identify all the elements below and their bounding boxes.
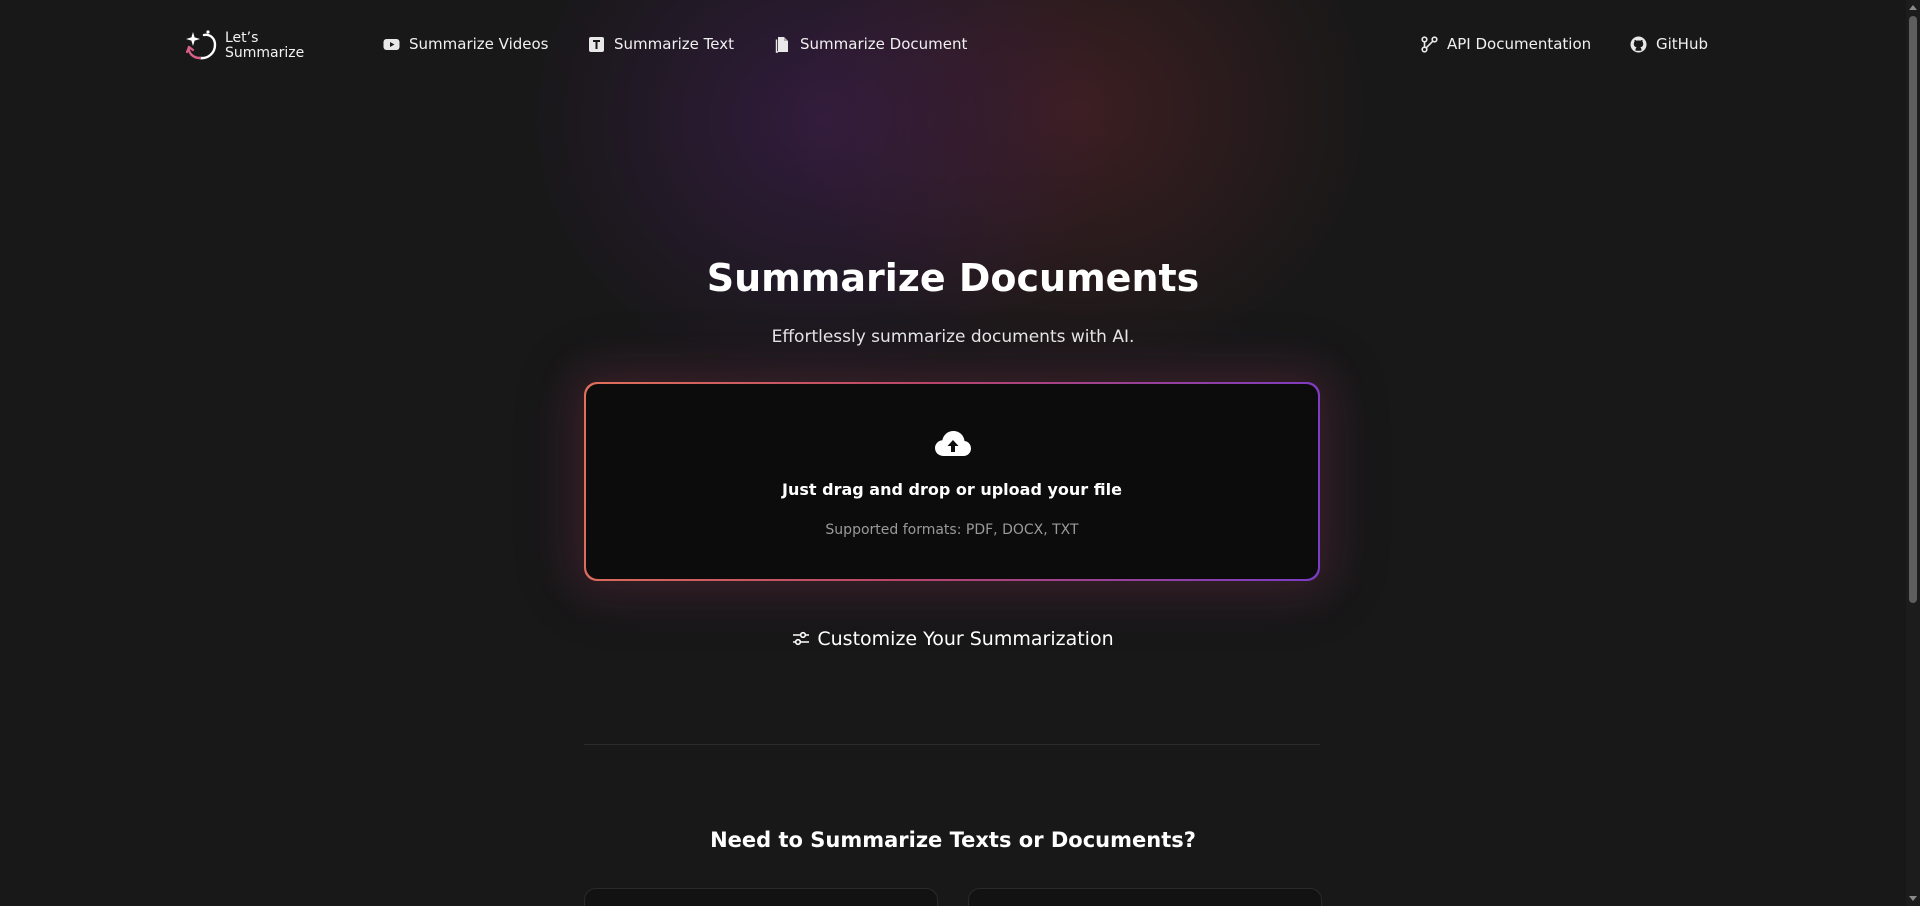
- sparkle-logo-icon: [184, 28, 218, 64]
- page-title: Summarize Documents: [706, 256, 1200, 300]
- nav-summarize-videos[interactable]: Summarize Videos: [383, 35, 549, 53]
- top-navigation: Let’s Summarize Summarize Videos Summari…: [0, 0, 1906, 94]
- supported-formats-text: Supported formats: PDF, DOCX, TXT: [825, 522, 1079, 538]
- nav-github[interactable]: GitHub: [1630, 35, 1708, 53]
- youtube-icon: [383, 36, 400, 53]
- github-icon: [1630, 36, 1647, 53]
- section-title: Need to Summarize Texts or Documents?: [710, 828, 1196, 852]
- page-subtitle: Effortlessly summarize documents with AI…: [771, 327, 1135, 347]
- feature-card-left[interactable]: [584, 888, 938, 906]
- cloud-upload-icon: [934, 429, 972, 459]
- api-graph-icon: [1421, 35, 1438, 53]
- document-icon: [774, 36, 791, 53]
- file-upload-dropzone[interactable]: Just drag and drop or upload your file S…: [586, 384, 1318, 579]
- brand-name: Let’s Summarize: [225, 31, 304, 61]
- scroll-down-arrow-icon[interactable]: [1909, 896, 1917, 901]
- vertical-scrollbar[interactable]: [1906, 0, 1920, 906]
- customize-summarization-label: Customize Your Summarization: [817, 628, 1114, 650]
- dropzone-title: Just drag and drop or upload your file: [782, 480, 1122, 499]
- customize-summarization-toggle[interactable]: Customize Your Summarization: [0, 628, 1906, 650]
- nav-github-label: GitHub: [1656, 35, 1708, 53]
- scroll-up-arrow-icon[interactable]: [1909, 5, 1917, 10]
- section-divider: [584, 744, 1320, 745]
- nav-api-documentation[interactable]: API Documentation: [1421, 35, 1591, 53]
- brand-logo-link[interactable]: Let’s Summarize: [184, 28, 304, 64]
- nav-summarize-document-label: Summarize Document: [800, 35, 968, 53]
- nav-summarize-document[interactable]: Summarize Document: [774, 35, 967, 53]
- nav-summarize-text-label: Summarize Text: [614, 35, 734, 53]
- nav-api-documentation-label: API Documentation: [1447, 35, 1592, 53]
- brand-name-line1: Let’s: [225, 30, 259, 46]
- nav-summarize-text[interactable]: Summarize Text: [588, 35, 734, 53]
- scrollbar-thumb[interactable]: [1909, 16, 1917, 603]
- brand-name-line2: Summarize: [225, 45, 305, 61]
- sliders-icon: [792, 630, 810, 648]
- page: Let’s Summarize Summarize Videos Summari…: [0, 0, 1920, 906]
- nav-summarize-videos-label: Summarize Videos: [409, 35, 549, 53]
- feature-card-right[interactable]: [968, 888, 1322, 906]
- text-box-icon: [588, 36, 605, 53]
